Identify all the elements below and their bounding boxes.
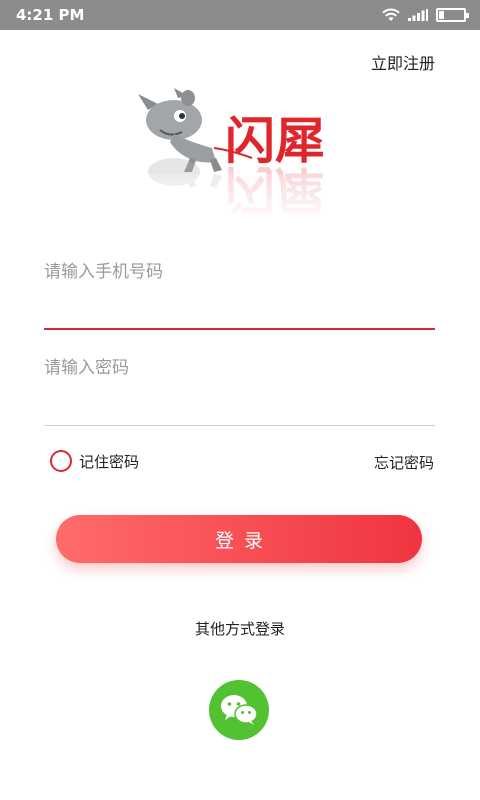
status-bar: 4:21 PM (0, 0, 480, 30)
wechat-login-button[interactable] (209, 680, 269, 740)
forgot-password-link[interactable]: 忘记密码 (374, 452, 434, 473)
battery-level (439, 11, 444, 19)
password-underline (44, 425, 435, 426)
app-logo: 闪犀 闪犀 (130, 88, 350, 223)
login-button[interactable]: 登录 (56, 515, 422, 563)
remember-label: 记住密码 (79, 452, 140, 471)
wechat-icon (221, 695, 258, 725)
phone-field-container (44, 252, 435, 330)
phone-underline (44, 328, 435, 330)
status-icons (382, 8, 469, 22)
password-field-container (44, 348, 435, 426)
password-input[interactable] (44, 348, 435, 388)
register-link[interactable]: 立即注册 (371, 50, 435, 74)
other-login-label: 其他方式登录 (194, 620, 285, 638)
remember-password-toggle[interactable]: 记住密码 (50, 450, 139, 472)
phone-input[interactable] (44, 252, 435, 292)
battery-icon (436, 8, 469, 22)
wifi-icon (382, 8, 400, 21)
status-time: 4:21 PM (16, 6, 85, 24)
rhino-mascot-logo: 闪犀 闪犀 (130, 88, 350, 223)
remember-radio[interactable] (50, 450, 72, 472)
signal-icon (408, 9, 428, 21)
